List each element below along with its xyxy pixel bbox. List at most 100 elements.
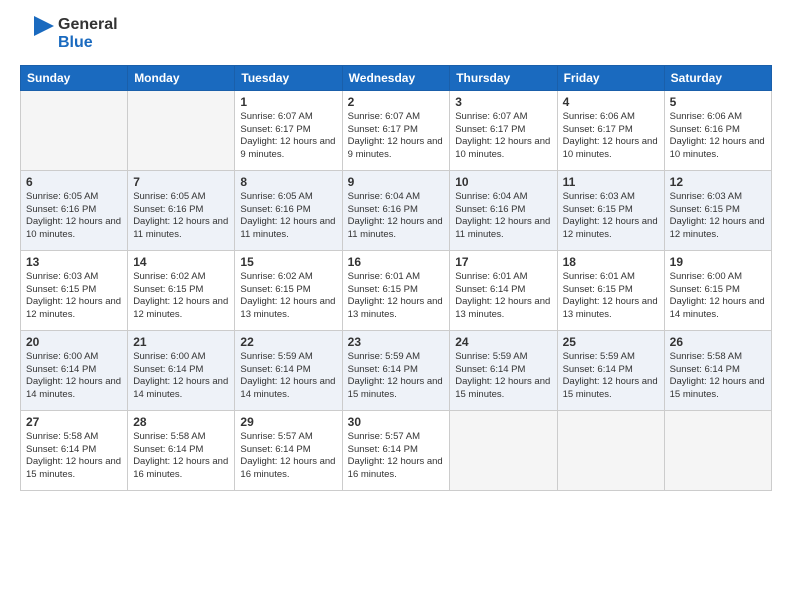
day-info: Sunrise: 6:01 AM Sunset: 6:15 PM Dayligh… bbox=[348, 271, 445, 322]
day-info: Sunrise: 6:01 AM Sunset: 6:15 PM Dayligh… bbox=[563, 271, 659, 322]
day-number: 17 bbox=[455, 255, 551, 269]
day-info: Sunrise: 6:07 AM Sunset: 6:17 PM Dayligh… bbox=[455, 111, 551, 162]
calendar-week-3: 13 Sunrise: 6:03 AM Sunset: 6:15 PM Dayli… bbox=[21, 250, 772, 330]
calendar-cell-5-4: 30Sunrise: 5:57 AM Sunset: 6:14 PM Dayli… bbox=[342, 410, 450, 490]
calendar-cell-1-2 bbox=[128, 90, 235, 170]
day-info: Sunrise: 5:59 AM Sunset: 6:14 PM Dayligh… bbox=[563, 351, 659, 402]
col-friday: Friday bbox=[557, 65, 664, 90]
day-info: Sunrise: 6:03 AM Sunset: 6:15 PM Dayligh… bbox=[670, 191, 766, 242]
calendar-cell-2-3: 8 Sunrise: 6:05 AM Sunset: 6:16 PM Daylig… bbox=[235, 170, 342, 250]
day-info: Sunrise: 6:01 AM Sunset: 6:14 PM Dayligh… bbox=[455, 271, 551, 322]
day-number: 14 bbox=[133, 255, 229, 269]
day-info: Sunrise: 6:04 AM Sunset: 6:16 PM Dayligh… bbox=[348, 191, 445, 242]
calendar-cell-3-5: 17 Sunrise: 6:01 AM Sunset: 6:14 PM Dayli… bbox=[450, 250, 557, 330]
day-info: Sunrise: 6:03 AM Sunset: 6:15 PM Dayligh… bbox=[26, 271, 122, 322]
day-number: 20 bbox=[26, 335, 122, 349]
day-number: 18 bbox=[563, 255, 659, 269]
day-number: 4 bbox=[563, 95, 659, 109]
calendar-cell-3-1: 13 Sunrise: 6:03 AM Sunset: 6:15 PM Dayli… bbox=[21, 250, 128, 330]
header: GeneralBlue bbox=[20, 16, 772, 53]
logo: GeneralBlue bbox=[20, 16, 118, 53]
day-number: 9 bbox=[348, 175, 445, 189]
calendar-cell-2-2: 7 Sunrise: 6:05 AM Sunset: 6:16 PM Daylig… bbox=[128, 170, 235, 250]
day-number: 19 bbox=[670, 255, 766, 269]
day-info: Sunrise: 5:59 AM Sunset: 6:14 PM Dayligh… bbox=[455, 351, 551, 402]
day-info: Sunrise: 6:05 AM Sunset: 6:16 PM Dayligh… bbox=[240, 191, 336, 242]
day-number: 23 bbox=[348, 335, 445, 349]
calendar-week-5: 27 Sunrise: 5:58 AM Sunset: 6:14 PM Dayli… bbox=[21, 410, 772, 490]
day-info: Sunrise: 5:58 AM Sunset: 6:14 PM Dayligh… bbox=[26, 431, 122, 482]
calendar-cell-4-2: 21Sunrise: 6:00 AM Sunset: 6:14 PM Dayli… bbox=[128, 330, 235, 410]
day-number: 12 bbox=[670, 175, 766, 189]
day-info: Sunrise: 5:57 AM Sunset: 6:14 PM Dayligh… bbox=[348, 431, 445, 482]
calendar-cell-3-7: 19 Sunrise: 6:00 AM Sunset: 6:15 PM Dayli… bbox=[664, 250, 771, 330]
calendar-cell-1-6: 4 Sunrise: 6:06 AM Sunset: 6:17 PM Daylig… bbox=[557, 90, 664, 170]
calendar-week-1: 1 Sunrise: 6:07 AM Sunset: 6:17 PM Daylig… bbox=[21, 90, 772, 170]
day-number: 27 bbox=[26, 415, 122, 429]
calendar-cell-1-1 bbox=[21, 90, 128, 170]
calendar-cell-1-7: 5 Sunrise: 6:06 AM Sunset: 6:16 PM Daylig… bbox=[664, 90, 771, 170]
calendar-cell-5-3: 29Sunrise: 5:57 AM Sunset: 6:14 PM Dayli… bbox=[235, 410, 342, 490]
day-number: 15 bbox=[240, 255, 336, 269]
logo-general: General bbox=[58, 16, 118, 33]
day-number: 6 bbox=[26, 175, 122, 189]
calendar-cell-5-2: 28 Sunrise: 5:58 AM Sunset: 6:14 PM Dayli… bbox=[128, 410, 235, 490]
day-number: 3 bbox=[455, 95, 551, 109]
calendar-cell-3-2: 14 Sunrise: 6:02 AM Sunset: 6:15 PM Dayli… bbox=[128, 250, 235, 330]
day-info: Sunrise: 6:06 AM Sunset: 6:17 PM Dayligh… bbox=[563, 111, 659, 162]
day-info: Sunrise: 6:00 AM Sunset: 6:14 PM Dayligh… bbox=[26, 351, 122, 402]
col-sunday: Sunday bbox=[21, 65, 128, 90]
logo-blue: Blue bbox=[58, 34, 93, 51]
day-info: Sunrise: 6:07 AM Sunset: 6:17 PM Dayligh… bbox=[348, 111, 445, 162]
day-info: Sunrise: 6:03 AM Sunset: 6:15 PM Dayligh… bbox=[563, 191, 659, 242]
day-info: Sunrise: 6:02 AM Sunset: 6:15 PM Dayligh… bbox=[133, 271, 229, 322]
calendar-header-row: Sunday Monday Tuesday Wednesday Thursday… bbox=[21, 65, 772, 90]
calendar-cell-2-1: 6 Sunrise: 6:05 AM Sunset: 6:16 PM Daylig… bbox=[21, 170, 128, 250]
calendar-cell-5-7 bbox=[664, 410, 771, 490]
day-info: Sunrise: 5:58 AM Sunset: 6:14 PM Dayligh… bbox=[133, 431, 229, 482]
calendar-cell-2-6: 11 Sunrise: 6:03 AM Sunset: 6:15 PM Dayli… bbox=[557, 170, 664, 250]
calendar-cell-4-7: 26Sunrise: 5:58 AM Sunset: 6:14 PM Dayli… bbox=[664, 330, 771, 410]
calendar-cell-3-4: 16 Sunrise: 6:01 AM Sunset: 6:15 PM Dayli… bbox=[342, 250, 450, 330]
calendar-cell-1-4: 2Sunrise: 6:07 AM Sunset: 6:17 PM Daylig… bbox=[342, 90, 450, 170]
day-number: 7 bbox=[133, 175, 229, 189]
day-number: 11 bbox=[563, 175, 659, 189]
day-number: 8 bbox=[240, 175, 336, 189]
calendar-cell-4-4: 23 Sunrise: 5:59 AM Sunset: 6:14 PM Dayli… bbox=[342, 330, 450, 410]
col-saturday: Saturday bbox=[664, 65, 771, 90]
day-info: Sunrise: 6:05 AM Sunset: 6:16 PM Dayligh… bbox=[133, 191, 229, 242]
day-number: 28 bbox=[133, 415, 229, 429]
calendar-cell-5-6 bbox=[557, 410, 664, 490]
calendar-cell-1-5: 3 Sunrise: 6:07 AM Sunset: 6:17 PM Daylig… bbox=[450, 90, 557, 170]
col-thursday: Thursday bbox=[450, 65, 557, 90]
calendar-cell-4-6: 25 Sunrise: 5:59 AM Sunset: 6:14 PM Dayli… bbox=[557, 330, 664, 410]
calendar-cell-1-3: 1Sunrise: 6:07 AM Sunset: 6:17 PM Daylig… bbox=[235, 90, 342, 170]
page: GeneralBlue Sunday Monday Tuesday Wednes… bbox=[0, 0, 792, 612]
day-number: 5 bbox=[670, 95, 766, 109]
day-number: 16 bbox=[348, 255, 445, 269]
calendar-week-4: 20 Sunrise: 6:00 AM Sunset: 6:14 PM Dayli… bbox=[21, 330, 772, 410]
col-wednesday: Wednesday bbox=[342, 65, 450, 90]
day-info: Sunrise: 6:02 AM Sunset: 6:15 PM Dayligh… bbox=[240, 271, 336, 322]
day-info: Sunrise: 6:06 AM Sunset: 6:16 PM Dayligh… bbox=[670, 111, 766, 162]
calendar-cell-2-4: 9 Sunrise: 6:04 AM Sunset: 6:16 PM Daylig… bbox=[342, 170, 450, 250]
calendar-table: Sunday Monday Tuesday Wednesday Thursday… bbox=[20, 65, 772, 491]
day-info: Sunrise: 5:58 AM Sunset: 6:14 PM Dayligh… bbox=[670, 351, 766, 402]
day-info: Sunrise: 6:05 AM Sunset: 6:16 PM Dayligh… bbox=[26, 191, 122, 242]
calendar-cell-2-5: 10Sunrise: 6:04 AM Sunset: 6:16 PM Dayli… bbox=[450, 170, 557, 250]
day-number: 24 bbox=[455, 335, 551, 349]
day-number: 13 bbox=[26, 255, 122, 269]
day-info: Sunrise: 6:04 AM Sunset: 6:16 PM Dayligh… bbox=[455, 191, 551, 242]
calendar-cell-4-3: 22Sunrise: 5:59 AM Sunset: 6:14 PM Dayli… bbox=[235, 330, 342, 410]
day-info: Sunrise: 6:00 AM Sunset: 6:14 PM Dayligh… bbox=[133, 351, 229, 402]
day-info: Sunrise: 5:59 AM Sunset: 6:14 PM Dayligh… bbox=[348, 351, 445, 402]
col-tuesday: Tuesday bbox=[235, 65, 342, 90]
day-info: Sunrise: 6:00 AM Sunset: 6:15 PM Dayligh… bbox=[670, 271, 766, 322]
calendar-cell-5-1: 27 Sunrise: 5:58 AM Sunset: 6:14 PM Dayli… bbox=[21, 410, 128, 490]
col-monday: Monday bbox=[128, 65, 235, 90]
day-number: 25 bbox=[563, 335, 659, 349]
calendar-cell-5-5 bbox=[450, 410, 557, 490]
day-number: 1 bbox=[240, 95, 336, 109]
day-number: 29 bbox=[240, 415, 336, 429]
calendar-cell-3-3: 15 Sunrise: 6:02 AM Sunset: 6:15 PM Dayli… bbox=[235, 250, 342, 330]
